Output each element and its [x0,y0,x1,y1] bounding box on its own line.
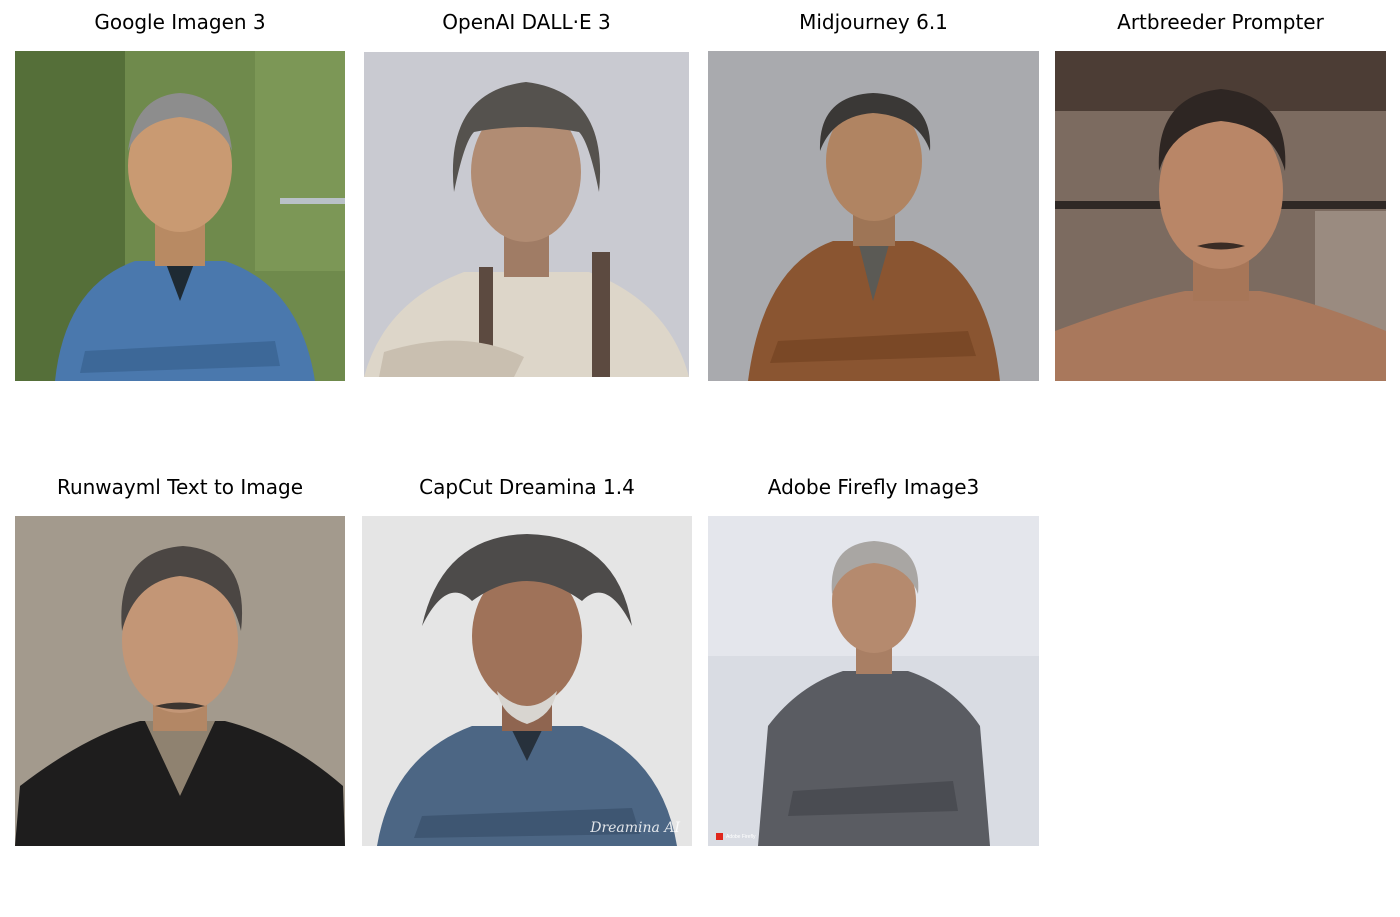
portrait-illustration [15,51,345,381]
panel-artbreeder-prompter: Artbreeder Prompter [1055,0,1386,381]
adobe-watermark-label: Adobe Firefly [726,833,756,840]
portrait-image [1055,51,1386,381]
panel-runwayml-text-to-image: Runwayml Text to Image [15,465,345,846]
panel-title: Adobe Firefly Image3 [767,475,980,499]
panel-capcut-dreamina-1-4: CapCut Dreamina 1.4 Dreamina AI [362,465,692,846]
portrait-illustration [708,516,1039,846]
portrait-image [364,52,689,377]
panel-title: CapCut Dreamina 1.4 [419,475,635,499]
portrait-image [15,51,345,381]
portrait-illustration [15,516,345,846]
panel-title: Midjourney 6.1 [799,10,948,34]
portrait-image [708,51,1039,381]
panel-title: Google Imagen 3 [94,10,266,34]
adobe-firefly-badge: Adobe Firefly [716,833,755,840]
panel-title: Runwayml Text to Image [56,475,304,499]
portrait-illustration [364,52,689,377]
panel-title: Artbreeder Prompter [1117,10,1324,34]
panel-google-imagen-3: Google Imagen 3 [15,0,345,381]
portrait-illustration [1055,51,1386,381]
panel-adobe-firefly-image3: Adobe Firefly Image3 Adobe Firefly [708,465,1039,846]
panel-title: OpenAI DALL·E 3 [442,10,611,34]
panel-openai-dalle-3: OpenAI DALL·E 3 [364,0,689,381]
portrait-image: Adobe Firefly [708,516,1039,846]
adobe-logo-icon [716,833,723,840]
portrait-illustration [708,51,1039,381]
portrait-image: Dreamina AI [362,516,692,846]
portrait-image [15,516,345,846]
panel-midjourney-6-1: Midjourney 6.1 [708,0,1039,381]
portrait-illustration [362,516,692,846]
dreamina-watermark: Dreamina AI [590,820,680,836]
